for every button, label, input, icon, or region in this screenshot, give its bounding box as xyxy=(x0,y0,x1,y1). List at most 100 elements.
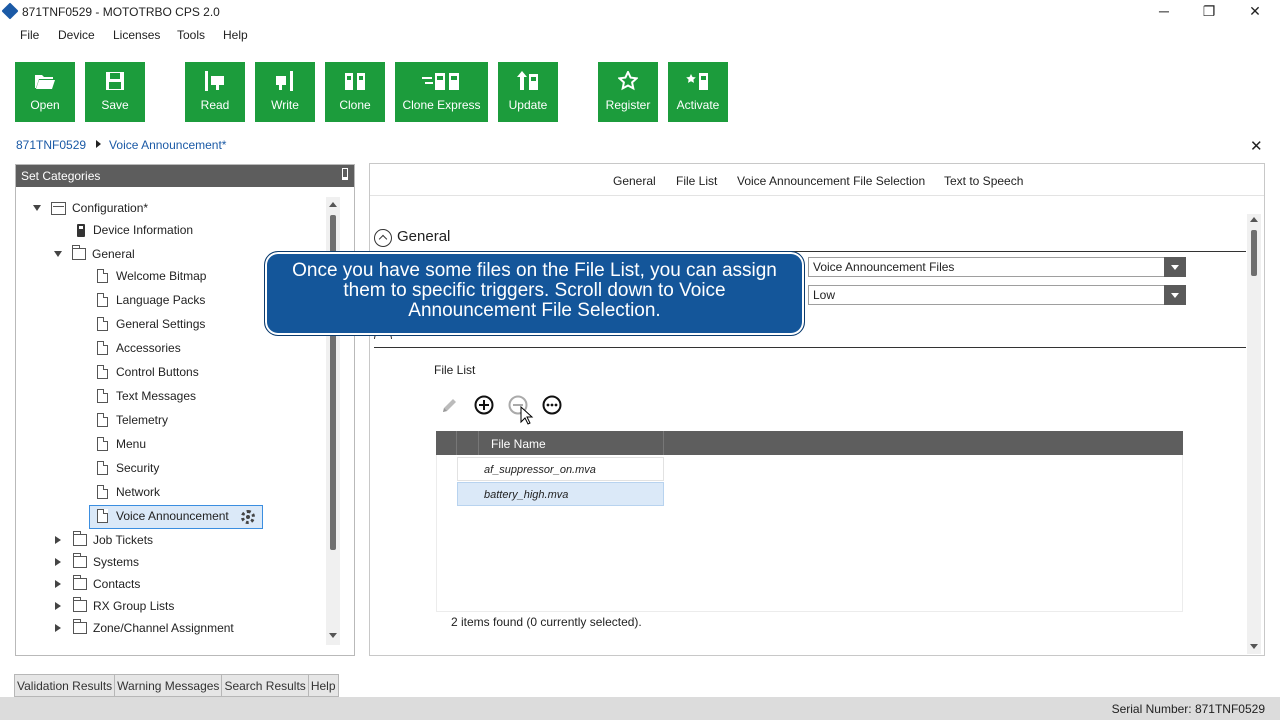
scroll-down-icon[interactable] xyxy=(329,633,337,638)
expand-arrow-icon[interactable] xyxy=(55,602,61,610)
tree-item-job-tickets[interactable]: Job Tickets xyxy=(55,529,153,551)
close-tab-button[interactable]: ✕ xyxy=(1250,137,1263,155)
collapse-arrow-icon[interactable] xyxy=(33,205,41,211)
expand-arrow-icon[interactable] xyxy=(55,624,61,632)
update-button[interactable]: Update xyxy=(498,62,558,122)
activate-button[interactable]: Activate xyxy=(668,62,728,122)
tab-help[interactable]: Help xyxy=(307,674,339,697)
scroll-down-icon[interactable] xyxy=(1250,644,1258,649)
breadcrumb-current[interactable]: Voice Announcement* xyxy=(109,138,226,152)
tree-item-general[interactable]: General xyxy=(54,243,135,265)
tree-item-welcome-bitmap[interactable]: Welcome Bitmap xyxy=(97,265,206,287)
breadcrumb: 871TNF0529 Voice Announcement* xyxy=(16,138,226,152)
tree-item-label: General Settings xyxy=(116,317,206,331)
gear-icon[interactable] xyxy=(241,510,255,524)
update-label: Update xyxy=(508,98,548,112)
expand-arrow-icon[interactable] xyxy=(55,580,61,588)
voice-announcement-panel: General File List Voice Announcement Fil… xyxy=(369,163,1265,656)
tree-item-label: Voice Announcement xyxy=(116,509,229,523)
tree-item-systems[interactable]: Systems xyxy=(55,551,139,573)
document-icon xyxy=(97,509,108,523)
pin-icon[interactable] xyxy=(342,168,348,180)
document-icon xyxy=(97,317,108,331)
menu-device[interactable]: Device xyxy=(58,28,95,42)
tree-item-network[interactable]: Network xyxy=(97,481,160,503)
menu-licenses[interactable]: Licenses xyxy=(113,28,160,42)
tree-item-rx-group-lists[interactable]: RX Group Lists xyxy=(55,595,174,617)
menu-help[interactable]: Help xyxy=(223,28,248,42)
scroll-up-icon[interactable] xyxy=(329,202,337,207)
register-button[interactable]: Register xyxy=(598,62,658,122)
tree-item-configuration[interactable]: Configuration* xyxy=(33,197,148,219)
tab-search-results[interactable]: Search Results xyxy=(221,674,309,697)
tree-item-label: Network xyxy=(116,485,161,499)
read-label: Read xyxy=(200,98,230,112)
folder-icon xyxy=(73,575,87,590)
tree-item-security[interactable]: Security xyxy=(97,457,159,479)
table-row[interactable]: af_suppressor_on.mva xyxy=(457,457,664,481)
close-window-button[interactable]: ✕ xyxy=(1232,2,1278,22)
tree-item-label: Configuration* xyxy=(72,201,149,215)
content-scrollbar[interactable] xyxy=(1247,214,1261,654)
more-options-icon[interactable] xyxy=(542,395,562,415)
configuration-icon xyxy=(51,201,66,215)
breadcrumb-root[interactable]: 871TNF0529 xyxy=(16,138,86,152)
file-list-grid: File Name af_suppressor_on.mva battery_h… xyxy=(436,431,1183,612)
clone-express-button[interactable]: Clone Express xyxy=(395,62,488,122)
file-name-column-header[interactable]: File Name xyxy=(491,437,546,451)
minimize-button[interactable]: ─ xyxy=(1141,2,1187,22)
clone-button[interactable]: Clone xyxy=(325,62,385,122)
tree-item-control-buttons[interactable]: Control Buttons xyxy=(97,361,199,383)
tab-general[interactable]: General xyxy=(613,174,656,188)
tree-item-zone-channel-assignment[interactable]: Zone/Channel Assignment xyxy=(55,617,234,639)
status-bar: Serial Number: 871TNF0529 xyxy=(0,697,1280,720)
menu-file[interactable]: File xyxy=(20,28,39,42)
folder-icon xyxy=(73,531,87,546)
edit-pencil-icon[interactable] xyxy=(440,395,460,415)
document-icon xyxy=(97,293,108,307)
tab-warning-messages[interactable]: Warning Messages xyxy=(114,674,223,697)
tree-item-menu[interactable]: Menu xyxy=(97,433,146,455)
clone-express-label: Clone Express xyxy=(402,98,481,112)
open-button[interactable]: Open xyxy=(15,62,75,122)
read-button[interactable]: Read xyxy=(185,62,245,122)
tree-item-accessories[interactable]: Accessories xyxy=(97,337,181,359)
voice-announcement-type-select[interactable]: Voice Announcement Files xyxy=(808,257,1186,277)
chevron-down-icon[interactable] xyxy=(1164,257,1186,277)
register-label: Register xyxy=(605,98,651,112)
grid-column-separator xyxy=(478,431,479,455)
chevron-down-icon[interactable] xyxy=(1164,285,1186,305)
items-found-text: 2 items found (0 currently selected). xyxy=(451,615,642,629)
tree-item-voice-announcement[interactable]: Voice Announcement xyxy=(97,505,229,527)
save-button[interactable]: Save xyxy=(85,62,145,122)
save-disk-icon xyxy=(85,70,145,92)
tree-item-text-messages[interactable]: Text Messages xyxy=(97,385,196,407)
tab-voice-announcement-file-selection[interactable]: Voice Announcement File Selection xyxy=(737,174,925,188)
tree-item-contacts[interactable]: Contacts xyxy=(55,573,140,595)
app-logo-icon xyxy=(1,2,19,20)
tab-validation-results[interactable]: Validation Results xyxy=(14,674,116,697)
add-file-icon[interactable] xyxy=(474,395,494,415)
tab-text-to-speech[interactable]: Text to Speech xyxy=(944,174,1023,188)
tree-item-general-settings[interactable]: General Settings xyxy=(97,313,205,335)
breadcrumb-separator-icon xyxy=(96,140,102,148)
restore-button[interactable]: ❐ xyxy=(1186,2,1232,22)
folder-icon xyxy=(73,553,87,568)
write-button[interactable]: Write xyxy=(255,62,315,122)
tree-item-device-information[interactable]: Device Information xyxy=(77,219,193,241)
collapse-section-icon[interactable] xyxy=(374,229,392,247)
expand-arrow-icon[interactable] xyxy=(55,536,61,544)
document-icon xyxy=(97,365,108,379)
tree-item-telemetry[interactable]: Telemetry xyxy=(97,409,168,431)
menu-tools[interactable]: Tools xyxy=(177,28,205,42)
save-label: Save xyxy=(101,98,129,112)
expand-arrow-icon[interactable] xyxy=(55,558,61,566)
collapse-arrow-icon[interactable] xyxy=(54,251,62,257)
tab-file-list[interactable]: File List xyxy=(676,174,717,188)
tree-item-language-packs[interactable]: Language Packs xyxy=(97,289,205,311)
priority-select[interactable]: Low xyxy=(808,285,1186,305)
table-row[interactable]: battery_high.mva xyxy=(457,482,664,506)
tutorial-callout: Once you have some files on the File Lis… xyxy=(264,251,805,336)
content-scroll-thumb[interactable] xyxy=(1251,230,1257,276)
scroll-up-icon[interactable] xyxy=(1250,217,1258,222)
